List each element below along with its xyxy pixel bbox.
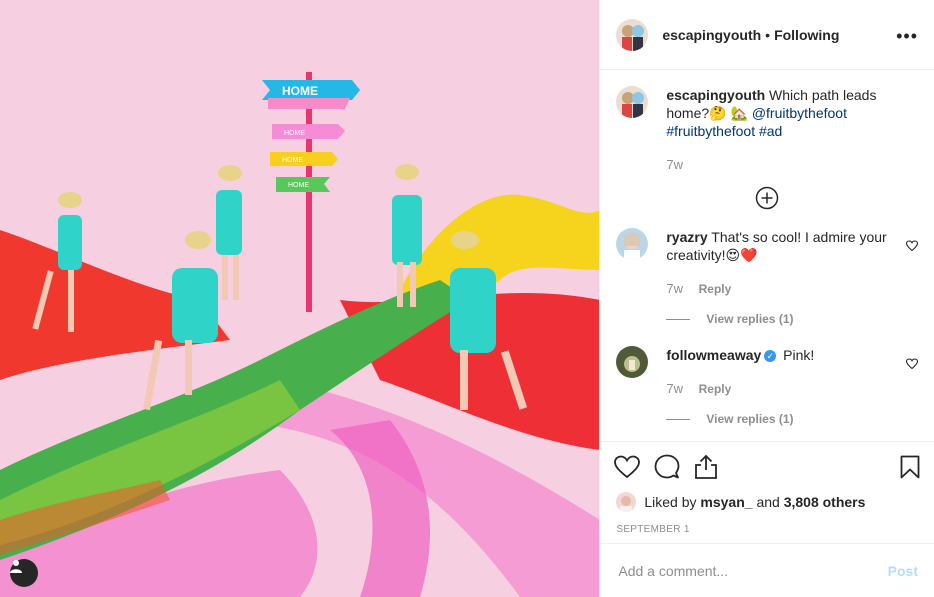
likes-prefix: Liked by [644, 494, 697, 510]
sign-text: HOME [282, 84, 318, 98]
heart-icon[interactable] [614, 455, 641, 479]
post-side-panel: escapingyouth • Following ••• escapingyo… [599, 0, 934, 597]
load-more-comments-button[interactable] [616, 186, 918, 210]
sign-text: HOME [288, 182, 309, 189]
photo-illustration: HOME HOME HOME HOME [0, 0, 600, 597]
comment-age: 7w [666, 381, 683, 396]
avatar[interactable] [616, 346, 649, 378]
avatar[interactable] [616, 228, 649, 260]
caption-mention[interactable]: @fruitbythefoot [752, 105, 847, 121]
likes-summary: Liked by msyan_ and 3,808 others [600, 492, 934, 512]
post-comment-button[interactable]: Post [888, 563, 918, 579]
comments-section: escapingyouth Which path leads home?🤔 🏡 … [600, 70, 934, 442]
comment-text: Pink! [783, 347, 815, 363]
comment-like-heart-icon[interactable] [906, 358, 918, 370]
comment-like-heart-icon[interactable] [906, 240, 918, 252]
separator-dot: • [765, 26, 771, 43]
view-replies-label: View replies (1) [706, 312, 794, 326]
post-date[interactable]: SEPTEMBER 1 [600, 512, 934, 535]
more-horizontal-icon[interactable]: ••• [896, 26, 918, 47]
age: 7w [666, 157, 683, 172]
comment-age: 7w [666, 281, 683, 296]
comment-icon[interactable] [654, 454, 680, 480]
post-modal: HOME HOME HOME HOME escapingyouth • Foll… [0, 0, 934, 597]
likes-joiner: and [756, 494, 780, 510]
comment-meta: 7w Reply [666, 380, 906, 398]
comment-input[interactable] [616, 561, 888, 580]
post-actions [600, 442, 934, 492]
caption-author[interactable]: escapingyouth [666, 87, 765, 103]
user-tag-icon[interactable] [10, 559, 38, 587]
view-replies-button[interactable]: View replies (1) [666, 310, 906, 328]
avatar[interactable] [616, 18, 649, 51]
sign-text: HOME [282, 157, 303, 164]
comment: followmeaway ✓ Pink! 7w Reply View replie… [616, 346, 918, 428]
view-replies-label: View replies (1) [706, 412, 794, 426]
likes-others[interactable]: 3,808 others [784, 494, 866, 510]
comment-composer: Post [600, 543, 934, 597]
caption-body: escapingyouth Which path leads home?🤔 🏡 … [666, 86, 906, 174]
comment: ryazry That's so cool! I admire your cre… [616, 228, 918, 328]
comment-meta: 7w Reply [666, 280, 906, 298]
divider [666, 318, 691, 320]
caption-hashtags[interactable]: #fruitbythefoot #ad [666, 122, 906, 140]
post-header: escapingyouth • Following ••• [600, 0, 934, 70]
post-photo[interactable]: HOME HOME HOME HOME [0, 0, 600, 597]
reply-button[interactable]: Reply [699, 282, 732, 296]
comment-body: followmeaway ✓ Pink! 7w Reply View replie… [666, 346, 906, 428]
view-replies-button[interactable]: View replies (1) [666, 410, 906, 428]
plus-circle-icon[interactable] [755, 186, 779, 210]
author-username[interactable]: escapingyouth [662, 27, 761, 43]
reply-button[interactable]: Reply [699, 382, 732, 396]
liked-by-user[interactable]: msyan_ [700, 494, 752, 510]
divider [666, 418, 691, 420]
verified-badge-icon: ✓ [764, 350, 777, 363]
caption-age: 7w [666, 156, 906, 174]
share-icon[interactable] [694, 454, 718, 480]
following-button[interactable]: Following [774, 27, 839, 43]
avatar[interactable] [616, 492, 637, 512]
avatar[interactable] [616, 86, 649, 118]
bookmark-icon[interactable] [900, 455, 920, 479]
caption: escapingyouth Which path leads home?🤔 🏡 … [616, 86, 918, 174]
comment-body: ryazry That's so cool! I admire your cre… [666, 228, 906, 328]
comment-author[interactable]: followmeaway [666, 347, 761, 363]
sign-text: HOME [284, 130, 305, 137]
comment-author[interactable]: ryazry [666, 229, 707, 245]
